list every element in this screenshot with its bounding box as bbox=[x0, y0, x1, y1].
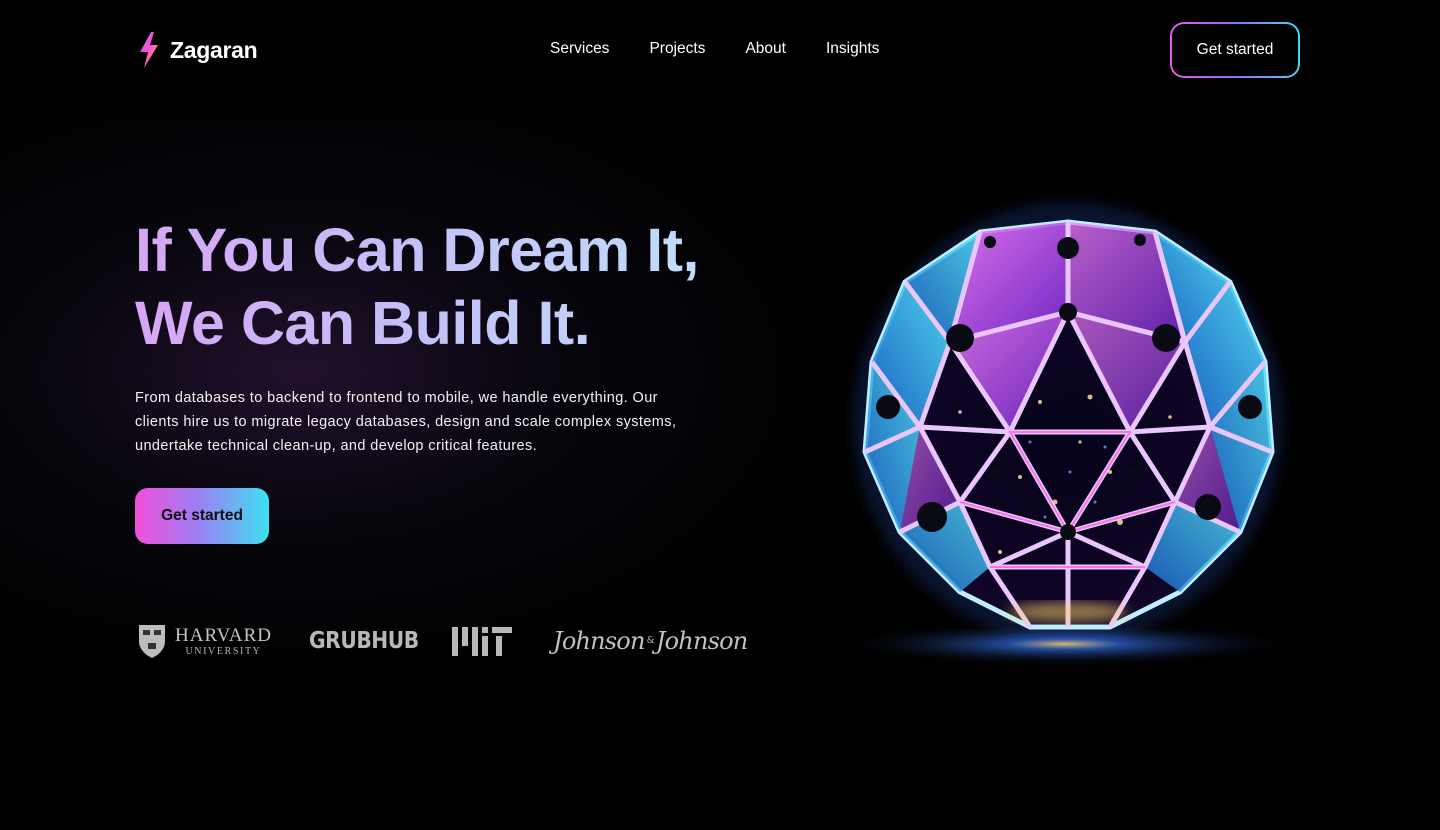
hero-description: From databases to backend to frontend to… bbox=[135, 390, 677, 454]
top-navigation: Zagaran Services Projects About Insights… bbox=[0, 0, 1440, 100]
harvard-wordmark: HARVARD UNIVERSITY bbox=[175, 626, 272, 657]
hero-title-line-2: We Can Build It. bbox=[135, 289, 591, 357]
harvard-name: HARVARD bbox=[175, 624, 272, 646]
jnj-amp: & bbox=[646, 636, 655, 646]
lightning-bolt-icon bbox=[140, 32, 158, 68]
harvard-subtitle: UNIVERSITY bbox=[185, 645, 262, 657]
grubhub-logo: GRUBHUB bbox=[309, 628, 419, 654]
geodesic-crystal-sphere bbox=[835, 202, 1295, 666]
nav-link-insights[interactable]: Insights bbox=[826, 40, 879, 58]
nav-link-projects[interactable]: Projects bbox=[649, 40, 705, 58]
hero-get-started-button[interactable]: Get started bbox=[135, 488, 269, 544]
jnj-right: Johnson bbox=[655, 627, 748, 655]
hero-image bbox=[810, 172, 1308, 669]
brand-name: Zagaran bbox=[170, 36, 258, 63]
johnson-johnson-logo: Johnson & Johnson bbox=[553, 618, 748, 664]
header-get-started-label: Get started bbox=[1172, 24, 1298, 76]
main-menu: Services Projects About Insights bbox=[550, 40, 879, 58]
mit-wordmark-icon bbox=[452, 627, 512, 656]
jnj-left: Johnson bbox=[553, 627, 645, 655]
harvard-logo: HARVARD UNIVERSITY bbox=[137, 618, 272, 664]
brand-logo-link[interactable]: Zagaran bbox=[136, 30, 258, 70]
nav-link-about[interactable]: About bbox=[745, 40, 786, 58]
hero-title: If You Can Dream It, We Can Build It. bbox=[135, 214, 785, 360]
harvard-shield-icon bbox=[139, 625, 165, 658]
hero-title-line-1: If You Can Dream It, bbox=[135, 216, 699, 284]
header-get-started-button[interactable]: Get started bbox=[1170, 22, 1300, 78]
nav-link-services[interactable]: Services bbox=[550, 40, 609, 58]
mit-logo bbox=[452, 618, 512, 664]
